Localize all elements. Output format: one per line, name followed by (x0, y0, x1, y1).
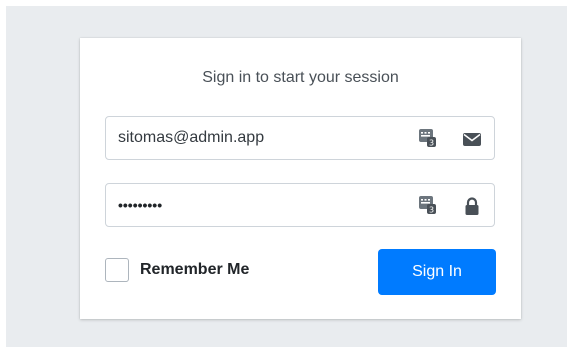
password-field[interactable]: ••••••••• 3 (105, 183, 495, 227)
remember-label[interactable]: Remember Me (140, 261, 249, 279)
sign-in-button[interactable]: Sign In (378, 249, 496, 295)
svg-text:3: 3 (429, 206, 434, 215)
svg-text:3: 3 (429, 139, 434, 148)
password-input[interactable]: ••••••••• (118, 197, 162, 213)
email-field[interactable]: 3 (105, 116, 495, 160)
remember-checkbox[interactable] (105, 258, 129, 282)
remember-me[interactable]: Remember Me (105, 256, 249, 284)
login-box-message: Sign in to start your session (202, 69, 399, 86)
login-page: Sign in to start your session 3 (6, 6, 567, 347)
email-input[interactable] (106, 117, 416, 159)
envelope-icon (462, 129, 482, 149)
login-card: Sign in to start your session 3 (80, 38, 521, 319)
password-manager-icon[interactable]: 3 (418, 195, 438, 215)
lock-icon (462, 196, 482, 216)
password-manager-icon[interactable]: 3 (418, 128, 438, 148)
